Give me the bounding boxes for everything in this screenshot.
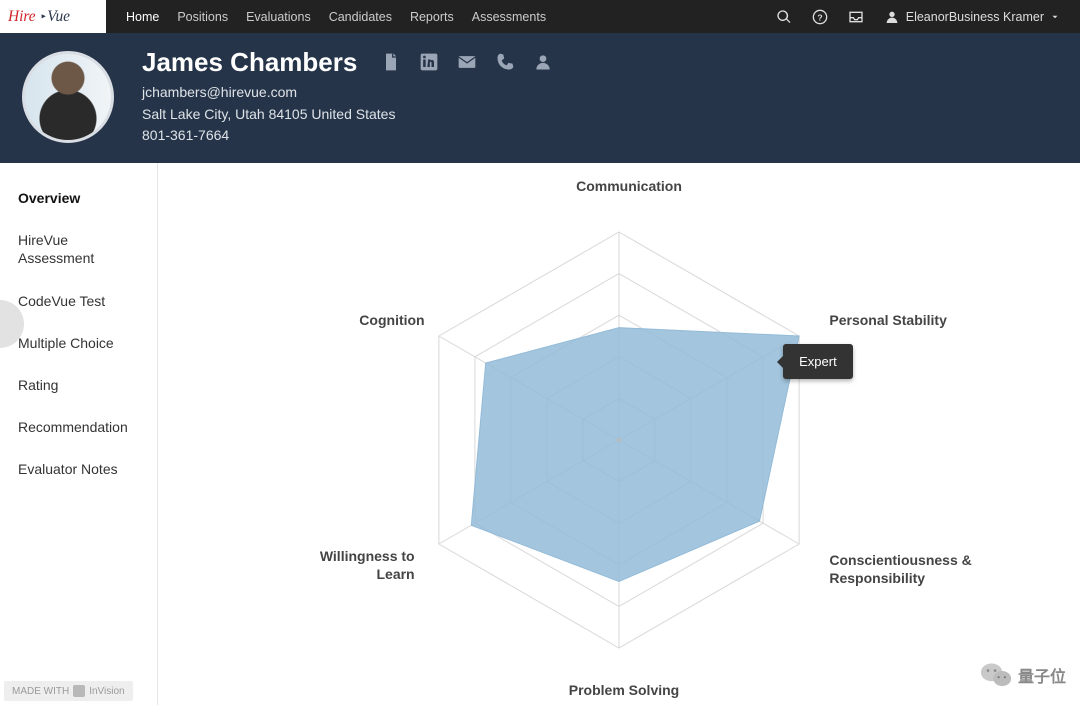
candidate-email: jchambers@hirevue.com — [142, 82, 553, 104]
invision-badge: MADE WITH InVision — [4, 681, 133, 701]
sidebar-item-codevue-test[interactable]: CodeVue Test — [0, 280, 157, 322]
main-body: Overview HireVue Assessment CodeVue Test… — [0, 163, 1080, 705]
sidebar-item-rating[interactable]: Rating — [0, 364, 157, 406]
linkedin-icon[interactable] — [419, 52, 439, 72]
email-icon[interactable] — [457, 52, 477, 72]
inbox-icon[interactable] — [848, 9, 864, 25]
wechat-overlay: 量子位 — [980, 659, 1066, 691]
axis-label-1: Personal Stability — [829, 312, 969, 330]
top-nav: Home Positions Evaluations Candidates Re… — [106, 0, 546, 33]
search-icon[interactable] — [776, 9, 792, 25]
tooltip-expert: Expert — [783, 344, 853, 379]
madewith-label: MADE WITH — [12, 686, 69, 697]
user-menu[interactable]: EleanorBusiness Kramer — [884, 9, 1060, 25]
document-icon[interactable] — [381, 52, 401, 72]
wechat-label: 量子位 — [1018, 663, 1066, 687]
candidate-avatar[interactable] — [22, 51, 114, 143]
candidate-header: James Chambers jchambers@hirevue.com Sal… — [0, 33, 1080, 163]
nav-evaluations[interactable]: Evaluations — [246, 10, 311, 24]
user-name-label: EleanorBusiness Kramer — [906, 10, 1044, 24]
sidebar-item-evaluator-notes[interactable]: Evaluator Notes — [0, 448, 157, 490]
tooltip-label: Expert — [799, 354, 837, 369]
nav-reports[interactable]: Reports — [410, 10, 454, 24]
axis-label-4: Willingness to Learn — [295, 548, 415, 583]
chevron-down-icon — [1050, 12, 1060, 22]
wechat-icon — [980, 659, 1012, 691]
brand-logo[interactable]: Hire Vue — [0, 0, 106, 33]
svg-text:Hire: Hire — [8, 8, 36, 25]
candidate-details: James Chambers jchambers@hirevue.com Sal… — [142, 47, 553, 147]
top-bar: Hire Vue Home Positions Evaluations Cand… — [0, 0, 1080, 33]
user-icon — [884, 9, 900, 25]
candidate-location: Salt Lake City, Utah 84105 United States — [142, 104, 553, 126]
candidate-phone: 801-361-7664 — [142, 125, 553, 147]
sidebar: Overview HireVue Assessment CodeVue Test… — [0, 163, 158, 705]
phone-icon[interactable] — [495, 52, 515, 72]
axis-label-5: Cognition — [325, 312, 425, 330]
sidebar-item-overview[interactable]: Overview — [0, 177, 157, 219]
axis-label-3: Problem Solving — [554, 682, 694, 700]
nav-assessments[interactable]: Assessments — [472, 10, 546, 24]
invision-label: InVision — [89, 686, 124, 697]
help-icon[interactable]: ? — [812, 9, 828, 25]
top-right-controls: ? EleanorBusiness Kramer — [776, 0, 1080, 33]
radar-chart-panel: Communication Personal Stability Conscient… — [158, 163, 1080, 705]
sidebar-item-recommendation[interactable]: Recommendation — [0, 406, 157, 448]
axis-label-2: Conscientiousness & Responsibility — [829, 552, 979, 587]
radar-chart — [339, 174, 899, 694]
svg-text:Vue: Vue — [47, 8, 70, 25]
sidebar-item-hirevue-assessment[interactable]: HireVue Assessment — [0, 219, 157, 279]
candidate-name: James Chambers — [142, 47, 357, 78]
profile-icon[interactable] — [533, 52, 553, 72]
invision-icon — [73, 685, 85, 697]
svg-text:?: ? — [817, 12, 822, 22]
axis-label-0: Communication — [559, 178, 699, 196]
nav-positions[interactable]: Positions — [177, 10, 228, 24]
nav-candidates[interactable]: Candidates — [329, 10, 392, 24]
nav-home[interactable]: Home — [126, 10, 159, 24]
